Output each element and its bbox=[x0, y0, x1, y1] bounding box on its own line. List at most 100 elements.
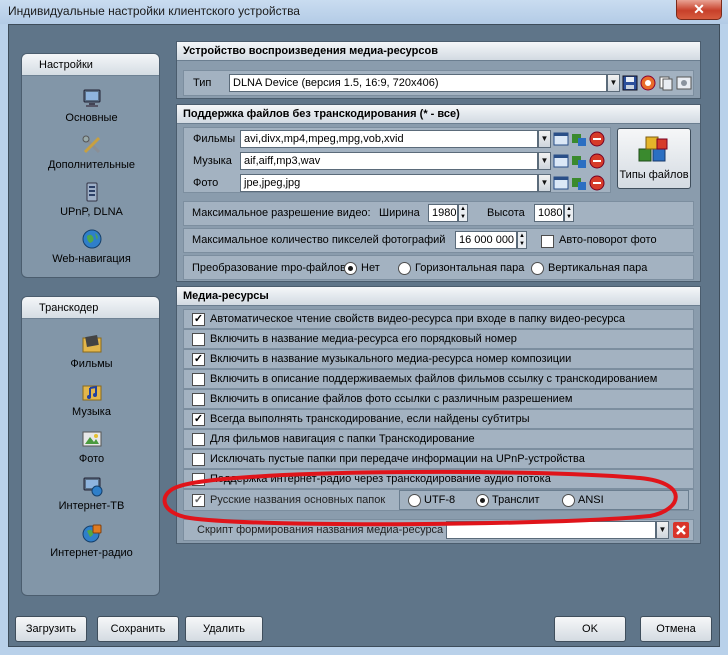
copy-icon[interactable] bbox=[658, 75, 674, 91]
cancel-button[interactable]: Отмена bbox=[640, 616, 712, 642]
internet-radio-icon bbox=[82, 524, 101, 543]
height-input[interactable]: 1080 bbox=[534, 204, 564, 222]
nav-item-label: UPnP, DLNA bbox=[60, 206, 123, 218]
mpo-option-label: Горизонтальная пара bbox=[415, 262, 525, 274]
delete-icon[interactable] bbox=[589, 153, 605, 169]
media-option-label: Для фильмов навигация с папки Транскодир… bbox=[210, 433, 475, 445]
mpo-option-none-radio[interactable] bbox=[344, 262, 357, 275]
script-select[interactable] bbox=[446, 521, 656, 539]
nav-item-label: Интернет-радио bbox=[50, 547, 133, 559]
media-option-checkbox[interactable]: ✓ bbox=[192, 313, 205, 326]
nav-item-films[interactable]: Фильмы bbox=[22, 333, 159, 370]
nav-item-label: Фильмы bbox=[70, 358, 113, 370]
add-icon[interactable] bbox=[571, 153, 587, 169]
media-option-checkbox[interactable] bbox=[192, 433, 205, 446]
encoding-translit-radio[interactable] bbox=[476, 494, 489, 507]
media-option-checkbox[interactable] bbox=[192, 393, 205, 406]
russian-names-row: ✓ Русские названия основных папок UTF-8 … bbox=[183, 489, 694, 511]
device-type-select[interactable]: DLNA Device (версия 1.5, 16:9, 720x406) bbox=[229, 74, 607, 92]
close-button[interactable]: ✕ bbox=[676, 0, 722, 20]
width-stepper[interactable]: ▲ ▼ bbox=[458, 204, 468, 222]
nav-item-internet-radio[interactable]: Интернет-радио bbox=[22, 522, 159, 559]
cubes-icon bbox=[638, 136, 668, 162]
width-input[interactable]: 1980 bbox=[428, 204, 458, 222]
globe-icon bbox=[82, 229, 101, 249]
media-option-checkbox[interactable]: ✓ bbox=[192, 353, 205, 366]
settings-icon[interactable] bbox=[676, 75, 692, 91]
add-icon[interactable] bbox=[571, 175, 587, 191]
encoding-ansi-radio[interactable] bbox=[562, 494, 575, 507]
save-icon[interactable] bbox=[622, 75, 638, 91]
file-types-button[interactable]: Типы файлов bbox=[617, 128, 691, 189]
file-types-label: Типы файлов bbox=[619, 169, 689, 181]
height-stepper[interactable]: ▲ ▼ bbox=[564, 204, 574, 222]
file-support-header: Поддержка файлов без транскодирования (*… bbox=[177, 105, 700, 124]
media-option-row: ✓ Автоматическое чтение свойств видео-рес… bbox=[183, 309, 694, 329]
nav-item-label: Интернет-ТВ bbox=[58, 500, 125, 512]
clear-icon[interactable] bbox=[673, 522, 689, 538]
device-panel-header: Устройство воспроизведения медиа-ресурсо… bbox=[177, 42, 700, 61]
transcoder-nav-group: Транскодер Фильмы Музыка Фото Интернет-Т… bbox=[21, 296, 160, 596]
nav-item-label: Фото bbox=[78, 453, 105, 465]
encoding-option-label: Транслит bbox=[492, 494, 540, 506]
max-pixels-input[interactable]: 16 000 000 bbox=[455, 231, 517, 249]
max-pixels-stepper[interactable]: ▲ ▼ bbox=[517, 231, 527, 249]
media-option-checkbox[interactable]: ✓ bbox=[192, 413, 205, 426]
type-label: Тип bbox=[193, 77, 212, 89]
chevron-down-icon[interactable]: ▼ bbox=[538, 130, 551, 148]
media-option-label: Поддержка интернет-радио через транскоди… bbox=[210, 473, 551, 485]
media-option-checkbox[interactable] bbox=[192, 453, 205, 466]
music-extensions-input[interactable]: aif,aiff,mp3,wav bbox=[240, 152, 538, 170]
ok-button[interactable]: OK bbox=[554, 616, 626, 642]
nav-item-label: Музыка bbox=[72, 406, 111, 418]
films-extensions-input[interactable]: avi,divx,mp4,mpeg,mpg,vob,xvid bbox=[240, 130, 538, 148]
help-icon[interactable] bbox=[640, 75, 656, 91]
media-option-label: Автоматическое чтение свойств видео-ресу… bbox=[210, 313, 625, 325]
nav-item-label: Основные bbox=[65, 112, 118, 124]
nav-item-music[interactable]: Музыка bbox=[22, 381, 159, 418]
autorotate-checkbox[interactable] bbox=[541, 235, 554, 248]
mpo-option-horizontal-radio[interactable] bbox=[398, 262, 411, 275]
delete-icon[interactable] bbox=[589, 175, 605, 191]
russian-names-checkbox[interactable]: ✓ bbox=[192, 494, 205, 507]
table-icon[interactable] bbox=[553, 131, 569, 147]
title-bar: Индивидуальные настройки клиентского уст… bbox=[0, 0, 728, 24]
media-option-checkbox[interactable] bbox=[192, 473, 205, 486]
encoding-group: UTF-8 Транслит ANSI bbox=[399, 490, 689, 510]
add-icon[interactable] bbox=[571, 131, 587, 147]
encoding-option-label: UTF-8 bbox=[424, 494, 456, 506]
max-resolution-row: Максимальное разрешение видео: Ширина 19… bbox=[183, 201, 694, 226]
chevron-down-icon[interactable]: ▼ bbox=[538, 174, 551, 192]
photo-icon bbox=[82, 431, 101, 447]
nav-item-web[interactable]: Web-навигация bbox=[22, 228, 159, 265]
encoding-utf8-radio[interactable] bbox=[408, 494, 421, 507]
nav-item-basic[interactable]: Основные bbox=[22, 87, 159, 124]
table-icon[interactable] bbox=[553, 175, 569, 191]
tools-icon bbox=[82, 135, 100, 154]
media-option-label: Исключать пустые папки при передаче инфо… bbox=[210, 453, 585, 465]
media-option-label: Включить в описание поддерживаемых файло… bbox=[210, 373, 658, 385]
media-option-row: Для фильмов навигация с папки Транскодир… bbox=[183, 429, 694, 449]
music-folder-icon bbox=[82, 385, 101, 401]
monitor-icon bbox=[83, 89, 100, 107]
width-label: Ширина bbox=[379, 207, 420, 219]
chevron-down-icon[interactable]: ▼ bbox=[607, 74, 620, 92]
media-option-checkbox[interactable] bbox=[192, 373, 205, 386]
chevron-down-icon[interactable]: ▼ bbox=[656, 521, 669, 539]
photo-extensions-input[interactable]: jpe,jpeg,jpg bbox=[240, 174, 538, 192]
encoding-option-label: ANSI bbox=[578, 494, 604, 506]
mpo-option-label: Нет bbox=[361, 262, 380, 274]
nav-item-internet-tv[interactable]: Интернет-ТВ bbox=[22, 475, 159, 512]
table-icon[interactable] bbox=[553, 153, 569, 169]
chevron-down-icon[interactable]: ▼ bbox=[538, 152, 551, 170]
mpo-option-vertical-radio[interactable] bbox=[531, 262, 544, 275]
load-button[interactable]: Загрузить bbox=[15, 616, 87, 642]
nav-item-upnp[interactable]: UPnP, DLNA bbox=[22, 181, 159, 218]
delete-button[interactable]: Удалить bbox=[185, 616, 263, 642]
media-option-row: Включить в название медиа-ресурса его по… bbox=[183, 329, 694, 349]
media-option-checkbox[interactable] bbox=[192, 333, 205, 346]
nav-item-advanced[interactable]: Дополнительные bbox=[22, 134, 159, 171]
nav-item-photo[interactable]: Фото bbox=[22, 428, 159, 465]
delete-icon[interactable] bbox=[589, 131, 605, 147]
save-button[interactable]: Сохранить bbox=[97, 616, 179, 642]
